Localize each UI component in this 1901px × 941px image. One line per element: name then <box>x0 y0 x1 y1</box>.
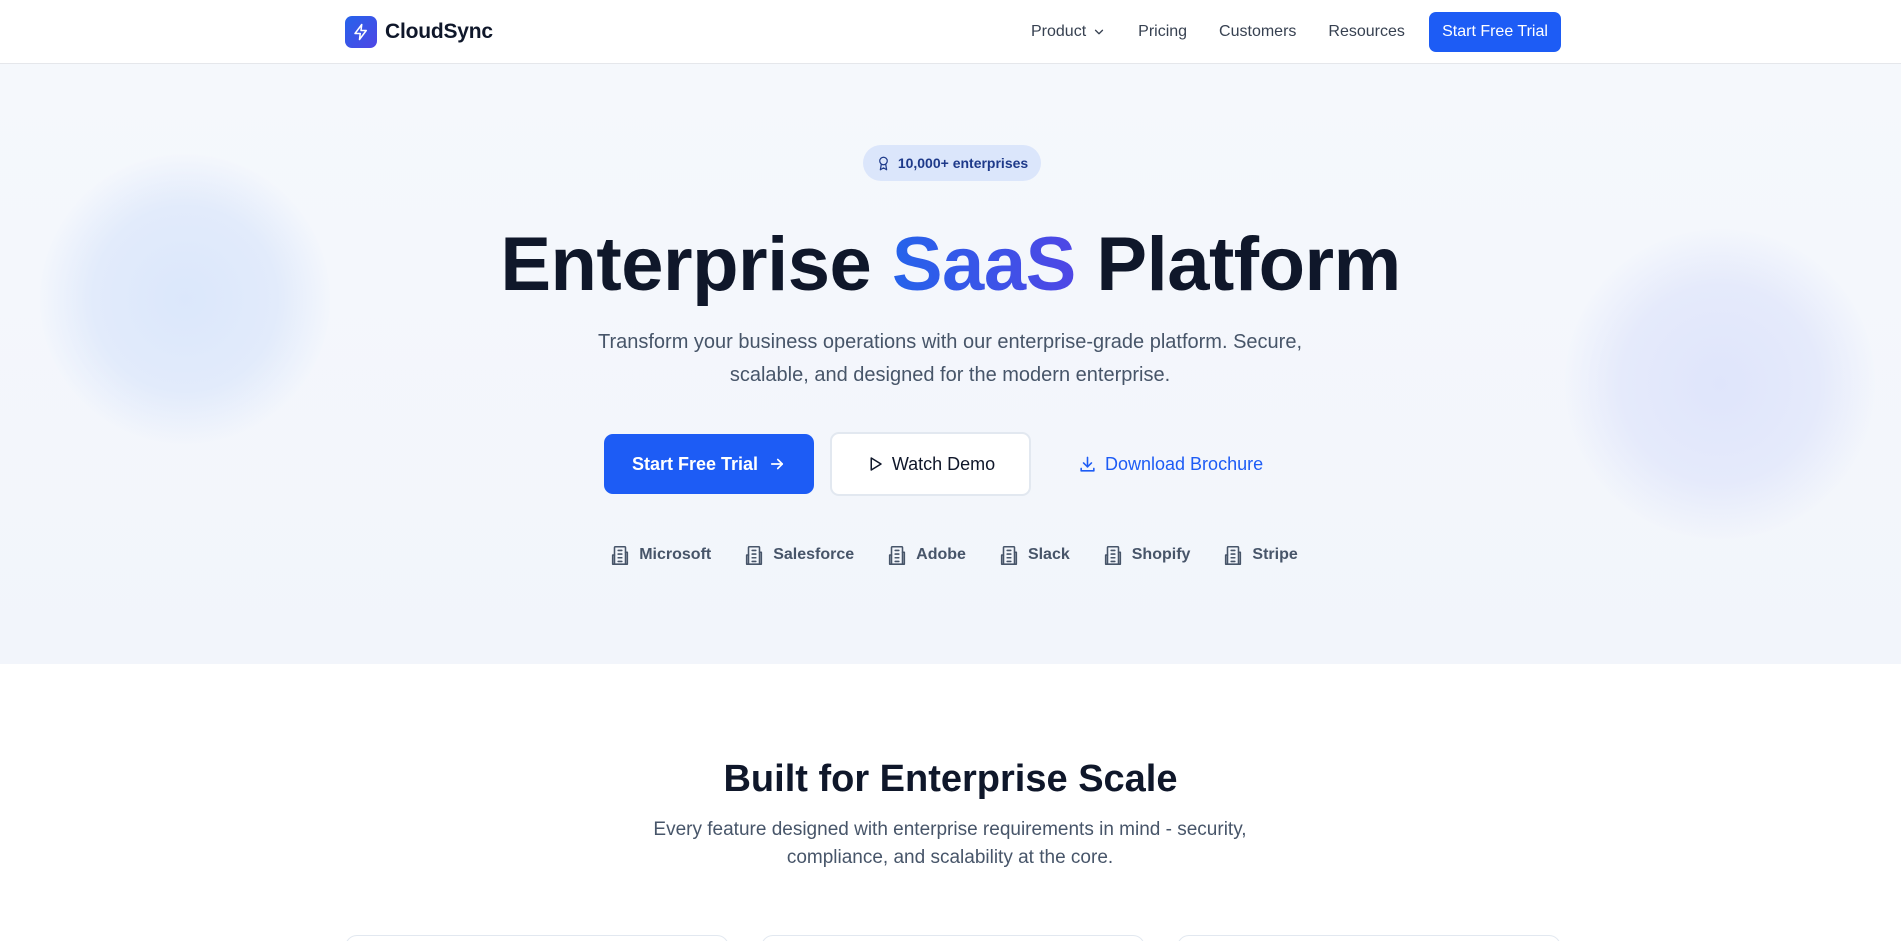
nav-start-trial-button[interactable]: Start Free Trial <box>1429 12 1561 52</box>
customer-logo-label: Stripe <box>1252 546 1298 563</box>
building-icon <box>1225 545 1242 565</box>
lightning-icon <box>345 16 377 48</box>
building-icon <box>1000 545 1018 565</box>
nav-link-resources-label: Resources <box>1328 23 1405 40</box>
customer-logo: Adobe <box>886 544 966 566</box>
building-icon <box>889 545 906 565</box>
building-icon <box>746 545 763 565</box>
enterprise-count-badge: 10,000+ enterprises <box>863 145 1041 181</box>
download-brochure-label: Download Brochure <box>1105 453 1264 474</box>
start-free-trial-button[interactable]: Start Free Trial <box>604 434 814 494</box>
features-subtitle: Every feature designed with enterprise r… <box>653 819 1247 868</box>
feature-card <box>1177 935 1561 941</box>
arrow-right-icon <box>770 458 784 470</box>
customer-logo: Salesforce <box>743 544 854 566</box>
feature-cards <box>345 935 1561 941</box>
hero-title-start: Enterprise <box>500 222 872 307</box>
download-icon <box>1080 456 1095 472</box>
feature-card <box>761 935 1145 941</box>
nav-link-product-label: Product <box>1031 23 1087 40</box>
building-icon <box>612 545 629 565</box>
hero-title-accent: SaaS <box>891 222 1076 307</box>
top-navbar: CloudSync Product Pricing Customers Reso… <box>0 0 1901 64</box>
customer-logo-label: Salesforce <box>773 546 855 563</box>
nav-link-customers-label: Customers <box>1219 23 1297 40</box>
customer-logo-label: Slack <box>1027 546 1070 563</box>
download-brochure-link[interactable]: Download Brochure <box>1078 434 1263 494</box>
customer-logo-label: Microsoft <box>639 546 712 563</box>
award-icon <box>878 156 888 170</box>
badge-label: 10,000+ enterprises <box>897 155 1029 171</box>
features-title: Built for Enterprise Scale <box>723 758 1178 800</box>
customer-logos: Microsoft Salesforce Adobe Slack Shopify… <box>0 544 1901 566</box>
customer-logo: Shopify <box>1102 544 1191 566</box>
customer-logo: Slack <box>998 544 1070 566</box>
nav-link-pricing-label: Pricing <box>1138 23 1188 40</box>
nav-link-resources[interactable]: Resources <box>1328 23 1404 41</box>
play-icon <box>870 457 882 471</box>
nav-link-customers[interactable]: Customers <box>1219 23 1296 41</box>
watch-demo-button[interactable]: Watch Demo <box>830 432 1031 496</box>
brand-name: CloudSync <box>385 20 493 43</box>
chevron-down-icon <box>1094 29 1104 35</box>
hero-section: 10,000+ enterprises Enterprise SaaS Plat… <box>0 64 1901 664</box>
start-free-trial-label: Start Free Trial <box>631 453 759 474</box>
hero-title-end: Platform <box>1096 222 1401 307</box>
nav-links: Product Pricing Customers Resources <box>1031 0 1405 64</box>
watch-demo-label: Watch Demo <box>891 453 996 474</box>
customer-logo: Stripe <box>1222 544 1298 566</box>
building-icon <box>1104 545 1121 565</box>
brand[interactable]: CloudSync <box>345 16 493 48</box>
feature-card <box>345 935 729 941</box>
hero-subtitle: Transform your business operations with … <box>597 331 1303 386</box>
customer-logo-label: Shopify <box>1131 546 1191 563</box>
hero-title: Enterprise SaaS Platform <box>0 220 1901 310</box>
nav-link-product[interactable]: Product <box>1031 23 1106 41</box>
customer-logo-label: Adobe <box>916 546 966 563</box>
customer-logo: Microsoft <box>609 544 711 566</box>
nav-link-pricing[interactable]: Pricing <box>1138 23 1187 41</box>
